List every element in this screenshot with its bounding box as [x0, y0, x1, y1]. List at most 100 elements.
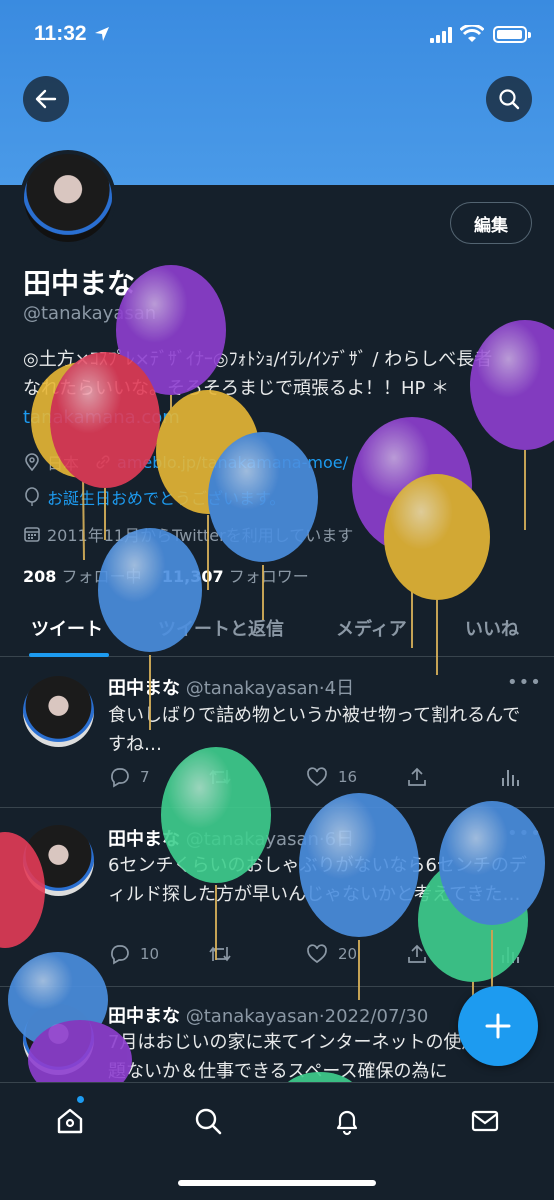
nav-home[interactable] [50, 1101, 90, 1141]
reply-count: 7 [140, 768, 150, 786]
tweet-author-handle: @tanakayasan [185, 678, 319, 699]
follow-stats: 208 フォロー中 11,307 フォロワー [23, 563, 309, 587]
heart-icon [307, 944, 327, 964]
tweet-avatar[interactable] [23, 676, 94, 747]
profile-tabs: ツイート ツイートと返信 メディア いいね [0, 600, 554, 657]
location-arrow-icon [95, 27, 109, 41]
following-link[interactable]: 208 フォロー中 [23, 567, 142, 586]
tweet-avatar[interactable] [23, 825, 94, 896]
tweet-header: 田中まな @tanakayasan·2022/07/30 [108, 1006, 429, 1027]
analytics-button[interactable] [500, 766, 520, 788]
tweet-header: 田中まな @tanakayasan·4日 [108, 678, 355, 699]
calendar-icon [24, 527, 40, 542]
profile-website[interactable]: ameblo.jp/tanakamana-moe/ [117, 453, 348, 472]
active-tab-indicator [29, 653, 109, 657]
tweet-time: 4日 [324, 678, 355, 699]
search-icon [499, 89, 520, 110]
like-button[interactable]: 16 [306, 766, 357, 788]
tweet-avatar[interactable] [23, 1004, 94, 1075]
signal-icon [430, 27, 452, 43]
share-icon [408, 767, 426, 786]
edit-profile-button[interactable]: 編集 [450, 202, 532, 244]
reply-count: 10 [140, 945, 160, 963]
compose-tweet-button[interactable] [458, 986, 538, 1066]
arrow-left-icon [35, 89, 57, 109]
tweet-author-name: 田中まな [108, 1006, 180, 1027]
tweet-more-button[interactable]: ••• [507, 672, 542, 693]
tweet-time: 2022/07/30 [324, 1006, 429, 1027]
following-count: 208 [23, 567, 57, 586]
tweet-author-name: 田中まな [108, 829, 180, 850]
notification-dot [76, 1095, 85, 1104]
tweet[interactable]: 田中まな @tanakayasan·6日 ••• 6センチくらいのおしゃぶりがな… [0, 809, 554, 987]
tweet-text: 食いしばりで詰め物というか被せ物って割れるんですね… [108, 705, 521, 755]
profile-name: 田中まな [23, 267, 136, 300]
wifi-icon [460, 25, 484, 42]
profile-location: 日本 [47, 454, 80, 473]
bio-line: ◎土方×ｺｽﾌﾟﾚ×ﾃﾞｻﾞｲﾅｰ◎ﾌｫﾄｼｮ/ｲﾗﾚ/ｲﾝﾃﾞｻﾞ / わらし… [23, 349, 493, 370]
share-icon [408, 944, 426, 963]
bio-line: なれたらいいな。そろそろまじで頑張るよ！！HP ＊ [23, 378, 450, 399]
retweet-icon [209, 769, 231, 785]
tweet-author-handle: @tanakayasan [185, 829, 319, 850]
reply-icon [111, 768, 129, 788]
tweet-actions: 10 20 [108, 943, 528, 967]
tab-tweets[interactable]: ツイート [31, 615, 103, 641]
analytics-button[interactable] [500, 943, 520, 965]
analytics-icon [502, 770, 519, 786]
reply-icon [111, 945, 129, 965]
tab-tweets-replies[interactable]: ツイートと返信 [158, 615, 284, 641]
share-button[interactable] [406, 943, 428, 965]
bio-link[interactable]: tanakamana.com [23, 403, 538, 432]
retweet-button[interactable] [208, 766, 242, 788]
reply-button[interactable]: 7 [108, 766, 150, 788]
tweet-time: 6日 [324, 829, 355, 850]
analytics-icon [502, 947, 519, 963]
search-icon [195, 1108, 222, 1135]
plus-icon [485, 1013, 511, 1039]
tweet-text: 6センチくらいのおしゃぶりがないなら6センチのディルド探した方が早いんじゃないか… [108, 855, 527, 905]
like-button[interactable]: 20 [306, 943, 357, 965]
profile-handle: @tanakayasan [23, 303, 157, 324]
heart-icon [307, 767, 327, 787]
tab-likes[interactable]: いいね [465, 615, 519, 641]
tweet-author-handle: @tanakayasan [185, 1006, 319, 1027]
following-label: フォロー中 [61, 567, 142, 586]
profile-birthday-row: お誕生日おめでとうございます。 [23, 485, 285, 509]
followers-link[interactable]: 11,307 フォロワー [162, 567, 309, 586]
link-icon [96, 455, 110, 469]
nav-search[interactable] [188, 1101, 228, 1141]
like-count: 20 [338, 945, 358, 963]
back-button[interactable] [23, 76, 69, 122]
bell-icon [336, 1110, 358, 1136]
tweet-actions: 7 16 [108, 766, 528, 790]
followers-label: フォロワー [228, 567, 309, 586]
home-icon [57, 1108, 83, 1134]
retweet-icon [209, 946, 231, 962]
nav-messages[interactable] [465, 1101, 505, 1141]
status-bar: 11:32 [0, 0, 554, 70]
tab-media[interactable]: メディア [336, 615, 407, 641]
profile-bio: ◎土方×ｺｽﾌﾟﾚ×ﾃﾞｻﾞｲﾅｰ◎ﾌｫﾄｼｮ/ｲﾗﾚ/ｲﾝﾃﾞｻﾞ / わらし… [23, 345, 538, 432]
retweet-button[interactable] [208, 943, 242, 965]
search-button[interactable] [486, 76, 532, 122]
nav-notifications[interactable] [327, 1101, 367, 1141]
mail-icon [471, 1110, 499, 1132]
profile-joined-row: 2011年11月からTwitterを利用しています [23, 522, 353, 546]
reply-button[interactable]: 10 [108, 943, 159, 965]
share-button[interactable] [406, 766, 428, 788]
battery-icon [493, 26, 531, 43]
status-time: 11:32 [34, 22, 87, 45]
like-count: 16 [338, 768, 358, 786]
profile-location-row: 日本 ameblo.jp/tanakamana-moe/ [23, 450, 348, 474]
location-pin-icon [25, 453, 39, 471]
profile-avatar[interactable] [20, 150, 116, 246]
tweet[interactable]: 田中まな @tanakayasan·4日 ••• 食いしばりで詰め物というか被せ… [0, 658, 554, 808]
profile-birthday: お誕生日おめでとうございます。 [47, 489, 286, 508]
tweet-more-button[interactable]: ••• [507, 823, 542, 844]
tweet-author-name: 田中まな [108, 678, 180, 699]
profile-joined: 2011年11月からTwitterを利用しています [47, 526, 354, 545]
followers-count: 11,307 [161, 567, 224, 586]
balloon-icon [25, 487, 39, 506]
home-indicator [178, 1180, 376, 1186]
